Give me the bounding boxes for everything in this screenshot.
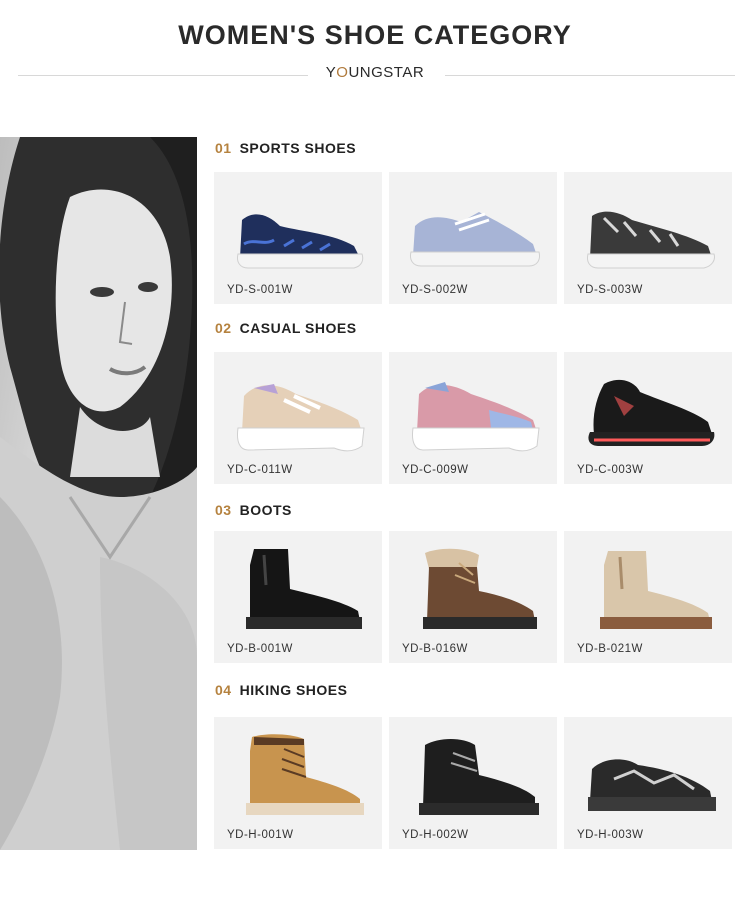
sneaker-icon [588, 379, 715, 446]
product-card[interactable]: YD-C-003W [564, 352, 732, 484]
page-title: WOMEN'S SHOE CATEGORY [178, 20, 572, 50]
product-code: YD-C-003W [577, 464, 644, 476]
product-code: YD-B-016W [402, 643, 468, 655]
product-code: YD-S-001W [227, 284, 293, 296]
product-card[interactable]: YD-H-001W [214, 717, 382, 849]
section-title-hiking: 04 HIKING SHOES [215, 682, 348, 698]
product-card[interactable]: YD-H-002W [389, 717, 557, 849]
product-code: YD-H-003W [577, 829, 644, 841]
product-card[interactable]: YD-B-016W [389, 531, 557, 663]
product-code: YD-C-009W [402, 464, 469, 476]
divider-left [18, 75, 308, 76]
product-code: YD-S-002W [402, 284, 468, 296]
section-title-sports: 01 SPORTS SHOES [215, 140, 357, 156]
sneaker-icon [412, 382, 540, 452]
product-code: YD-S-003W [577, 284, 643, 296]
brand-logo: YOUNGSTAR [325, 64, 425, 81]
boot-icon [419, 739, 539, 815]
product-card[interactable]: YD-S-002W [389, 172, 557, 304]
product-code: YD-H-001W [227, 829, 294, 841]
product-card[interactable]: YD-C-011W [214, 352, 382, 484]
product-code: YD-C-011W [227, 464, 293, 476]
product-card[interactable]: YD-B-001W [214, 531, 382, 663]
product-card[interactable]: YD-H-003W [564, 717, 732, 849]
product-card[interactable]: YD-C-009W [389, 352, 557, 484]
boot-icon [423, 548, 537, 629]
sneaker-icon [237, 214, 364, 269]
boot-icon [246, 549, 362, 629]
product-card[interactable]: YD-S-003W [564, 172, 732, 304]
product-code: YD-B-001W [227, 643, 293, 655]
boot-icon [600, 551, 712, 629]
section-title-casual: 02 CASUAL SHOES [215, 320, 357, 336]
product-code: YD-H-002W [402, 829, 469, 841]
product-card[interactable]: YD-S-001W [214, 172, 382, 304]
boot-icon [246, 734, 364, 815]
model-photo [0, 137, 197, 850]
sneaker-icon [588, 759, 716, 811]
product-code: YD-B-021W [577, 643, 643, 655]
sneaker-icon [410, 212, 540, 267]
divider-right [445, 75, 735, 76]
sneaker-icon [237, 384, 365, 452]
sneaker-icon [587, 211, 715, 269]
section-title-boots: 03 BOOTS [215, 502, 292, 518]
product-card[interactable]: YD-B-021W [564, 531, 732, 663]
brand-row: YOUNGSTAR [0, 64, 750, 86]
